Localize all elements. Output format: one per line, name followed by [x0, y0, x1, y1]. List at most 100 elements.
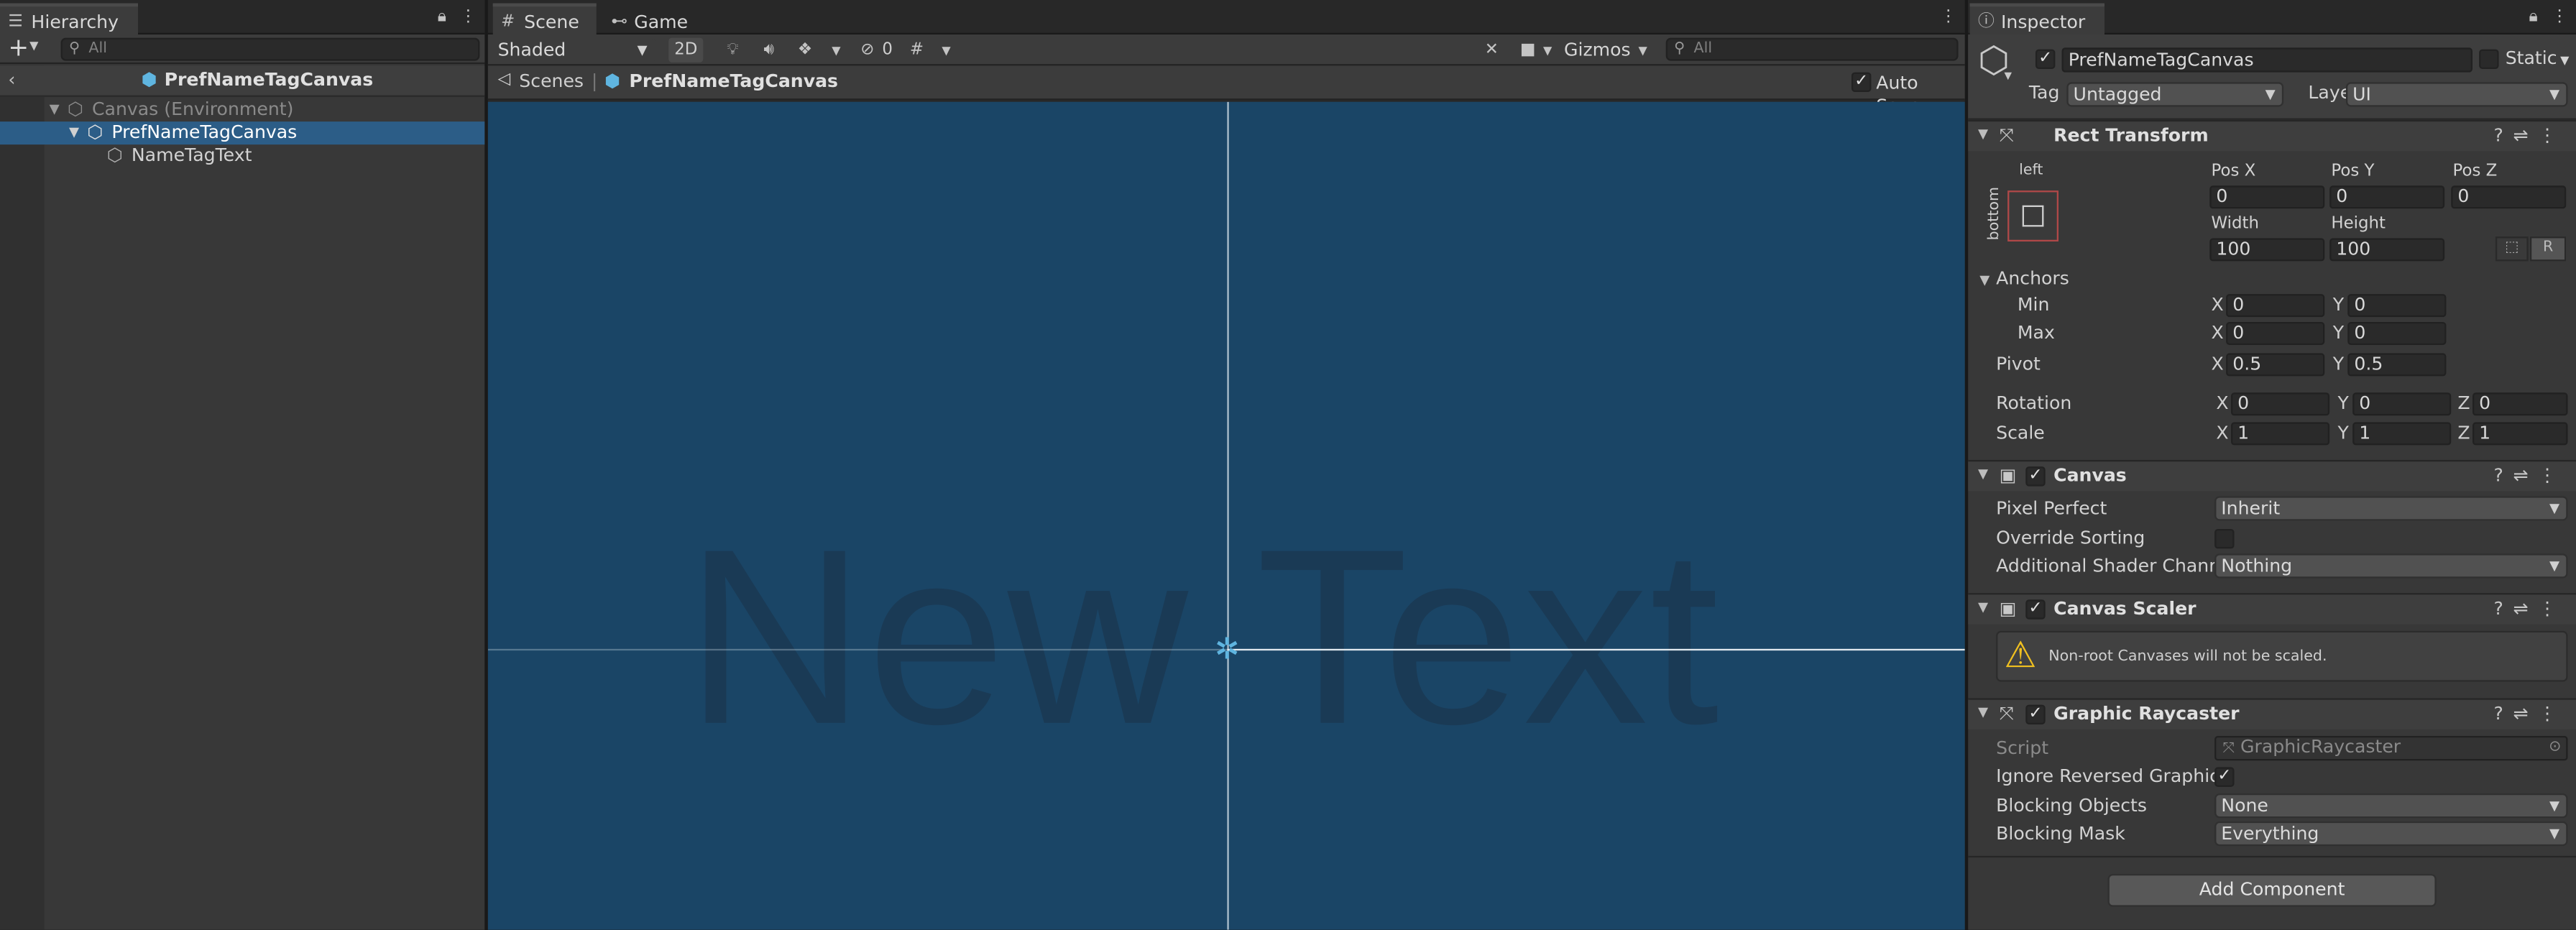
chevron-down-icon[interactable]: ▼ [1634, 40, 1651, 63]
chevron-down-icon[interactable]: ▼ [828, 40, 845, 63]
pivot-x-field[interactable]: 0.5 [2226, 353, 2325, 377]
more-menu-icon[interactable]: ⋮ [2538, 703, 2566, 724]
rect-transform-header[interactable]: ▼ ⤧ Rect Transform ?⇌⋮ [1968, 119, 2576, 152]
gizmos-button[interactable]: Gizmos [1564, 38, 1631, 63]
anchor-min-x-field[interactable]: 0 [2226, 294, 2325, 318]
layer-value: UI [2352, 83, 2371, 106]
preset-icon[interactable]: ⇌ [2513, 703, 2539, 724]
hidden-objects-icon[interactable]: ⊘ [856, 40, 879, 63]
shader-channel-dropdown[interactable]: Nothing ▼ [2214, 553, 2568, 579]
graphic-raycaster-enabled-checkbox[interactable]: ✓ [2025, 704, 2046, 724]
camera-icon[interactable]: ■ [1517, 40, 1540, 63]
tab-inspector[interactable]: ⓘ Inspector [1969, 3, 2104, 34]
canvas-enabled-checkbox[interactable]: ✓ [2025, 466, 2046, 487]
blocking-objects-dropdown[interactable]: None ▼ [2214, 793, 2568, 819]
help-icon[interactable]: ? [2494, 125, 2513, 147]
anchor-preset-button[interactable] [2007, 190, 2058, 241]
help-icon[interactable]: ? [2494, 703, 2513, 724]
fold-arrow-icon[interactable]: ▼ [1978, 705, 1988, 720]
pos-y-field[interactable]: 0 [2329, 185, 2445, 209]
add-button[interactable]: + [8, 34, 29, 63]
fold-arrow-icon[interactable]: ▼ [1978, 126, 1988, 142]
audio-icon[interactable]: 🔊︎ [758, 40, 781, 63]
more-menu-icon[interactable]: ⋮ [1940, 6, 1956, 29]
pos-z-field[interactable]: 0 [2451, 185, 2567, 209]
rotation-z-field[interactable]: 0 [2472, 392, 2568, 416]
more-menu-icon[interactable]: ⋮ [2538, 465, 2566, 487]
object-name-field[interactable]: PrefNameTagCanvas [2061, 47, 2472, 73]
blocking-mask-dropdown[interactable]: Everything ▼ [2214, 821, 2568, 847]
breadcrumb-scenes[interactable]: Scenes [519, 70, 584, 93]
chevron-down-icon[interactable]: ▼ [29, 40, 38, 52]
more-menu-icon[interactable]: ⋮ [2538, 125, 2566, 147]
tab-hierarchy[interactable]: ☰ Hierarchy [0, 3, 138, 34]
scale-z-field[interactable]: 1 [2472, 422, 2568, 446]
help-icon[interactable]: ? [2494, 465, 2513, 487]
more-menu-icon[interactable]: ⋮ [2552, 6, 2568, 29]
preset-icon[interactable]: ⇌ [2513, 598, 2539, 620]
object-picker-icon[interactable]: ⊙ [2549, 737, 2561, 757]
hierarchy-row-prefab[interactable]: ▼ ⬡ PrefNameTagCanvas [0, 121, 485, 145]
back-arrow-icon[interactable]: ‹ [8, 69, 15, 91]
more-menu-icon[interactable]: ⋮ [460, 6, 477, 29]
preset-icon[interactable]: ⇌ [2513, 125, 2539, 147]
add-component-button[interactable]: Add Component [2107, 873, 2437, 907]
hierarchy-row-canvas-env[interactable]: ▼ ⬡ Canvas (Environment) [0, 98, 484, 121]
toggle-2d-button[interactable]: 2D [668, 37, 704, 63]
fold-arrow-icon[interactable]: ▼ [1978, 466, 1988, 482]
height-field[interactable]: 100 [2329, 238, 2445, 262]
rotation-x-field[interactable]: 0 [2230, 392, 2330, 416]
tag-dropdown[interactable]: Untagged ▼ [2066, 82, 2284, 107]
prefab-icon: ⬢ [141, 68, 157, 91]
rotation-y-field[interactable]: 0 [2352, 392, 2452, 416]
scene-viewport[interactable]: New Text ✲ [487, 101, 1965, 930]
anchor-max-x-field[interactable]: 0 [2226, 321, 2325, 345]
scale-y-field[interactable]: 1 [2352, 422, 2452, 446]
tools-icon[interactable]: ✕ [1480, 40, 1503, 63]
chevron-down-icon[interactable]: ▼ [1540, 40, 1556, 63]
graphic-raycaster-header[interactable]: ▼ ⤧ ✓ Graphic Raycaster ?⇌⋮ [1968, 698, 2576, 729]
blueprint-mode-button[interactable]: ⬚ [2495, 236, 2529, 262]
lock-icon[interactable]: 🔒︎ [2524, 6, 2543, 29]
pos-x-field[interactable]: 0 [2209, 185, 2325, 209]
hierarchy-row-nametagtext[interactable]: ⬡ NameTagText [0, 144, 484, 167]
fold-arrow-icon[interactable]: ▼ [1978, 599, 1988, 614]
scene-search-input[interactable]: ⚲ All [1665, 37, 1959, 61]
raw-edit-button[interactable]: R [2529, 236, 2567, 262]
shading-mode-dropdown[interactable]: Shaded ▼ [491, 37, 656, 63]
effects-icon[interactable]: ❖ [794, 40, 816, 63]
chevron-down-icon[interactable]: ▼ [2005, 70, 2012, 82]
scale-x-field[interactable]: 1 [2230, 422, 2330, 446]
static-checkbox[interactable] [2479, 49, 2499, 69]
hierarchy-search-input[interactable]: ⚲ All [60, 37, 480, 61]
chevron-down-icon: ▼ [2549, 558, 2560, 574]
pivot-gizmo-icon[interactable]: ✲ [1209, 632, 1245, 668]
ignore-reversed-checkbox[interactable]: ✓ [2214, 767, 2235, 787]
override-sorting-checkbox[interactable] [2214, 528, 2235, 549]
more-menu-icon[interactable]: ⋮ [2538, 598, 2566, 620]
tab-game[interactable]: ⊷ Game [603, 4, 702, 34]
auto-save-checkbox[interactable]: ✓ [1851, 72, 1872, 92]
anchor-min-y-field[interactable]: 0 [2347, 294, 2447, 318]
canvas-scaler-header[interactable]: ▼ ▣ ✓ Canvas Scaler ?⇌⋮ [1968, 593, 2576, 625]
anchor-max-y-field[interactable]: 0 [2347, 321, 2447, 345]
tab-scene[interactable]: # Scene [492, 3, 597, 34]
layer-dropdown[interactable]: UI ▼ [2345, 82, 2568, 107]
pivot-y-field[interactable]: 0.5 [2347, 353, 2447, 377]
grid-snap-icon[interactable]: # [905, 40, 928, 63]
canvas-scaler-enabled-checkbox[interactable]: ✓ [2025, 599, 2046, 620]
width-field[interactable]: 100 [2209, 238, 2325, 262]
breadcrumb-prefab[interactable]: PrefNameTagCanvas [629, 70, 838, 93]
preset-icon[interactable]: ⇌ [2513, 465, 2539, 487]
lock-icon[interactable]: 🔒︎ [432, 6, 451, 29]
help-icon[interactable]: ? [2494, 598, 2513, 620]
canvas-component-header[interactable]: ▼ ▣ ✓ Canvas ?⇌⋮ [1968, 459, 2576, 492]
active-checkbox[interactable]: ✓ [2035, 49, 2056, 69]
static-dropdown[interactable]: Static ▼ [2506, 48, 2570, 71]
expand-arrow-icon[interactable]: ▼ [69, 121, 79, 144]
lighting-icon[interactable]: 💡︎ [721, 40, 744, 63]
expand-arrow-icon[interactable]: ▼ [50, 98, 60, 121]
chevron-down-icon[interactable]: ▼ [938, 40, 954, 63]
pixel-perfect-dropdown[interactable]: Inherit ▼ [2214, 496, 2568, 521]
fold-arrow-icon[interactable]: ▼ [1979, 272, 1990, 287]
